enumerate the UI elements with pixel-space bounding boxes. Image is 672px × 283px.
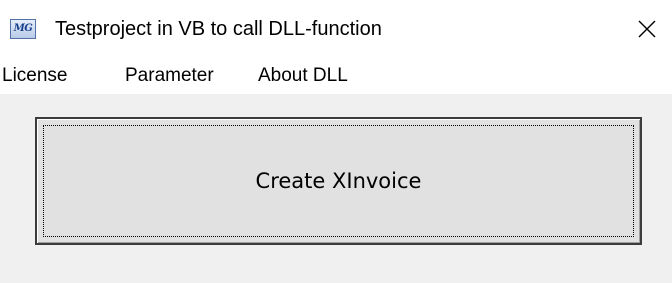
app-logo-text: MG: [13, 23, 33, 34]
window-title: Testproject in VB to call DLL-function: [55, 18, 382, 40]
app-logo-icon: MG: [10, 19, 36, 39]
create-xinvoice-label: Create XInvoice: [255, 169, 422, 193]
title-bar[interactable]: MG Testproject in VB to call DLL-functio…: [0, 0, 672, 57]
menu-item-about-dll[interactable]: About DLL: [258, 64, 348, 88]
close-button[interactable]: [622, 0, 672, 57]
close-icon: [638, 20, 656, 37]
create-xinvoice-button[interactable]: Create XInvoice: [35, 117, 642, 245]
menu-item-license[interactable]: License: [2, 64, 68, 88]
app-window: MG Testproject in VB to call DLL-functio…: [0, 0, 672, 283]
menu-item-parameter[interactable]: Parameter: [125, 64, 214, 88]
menu-bar: License Parameter About DLL: [0, 57, 672, 94]
